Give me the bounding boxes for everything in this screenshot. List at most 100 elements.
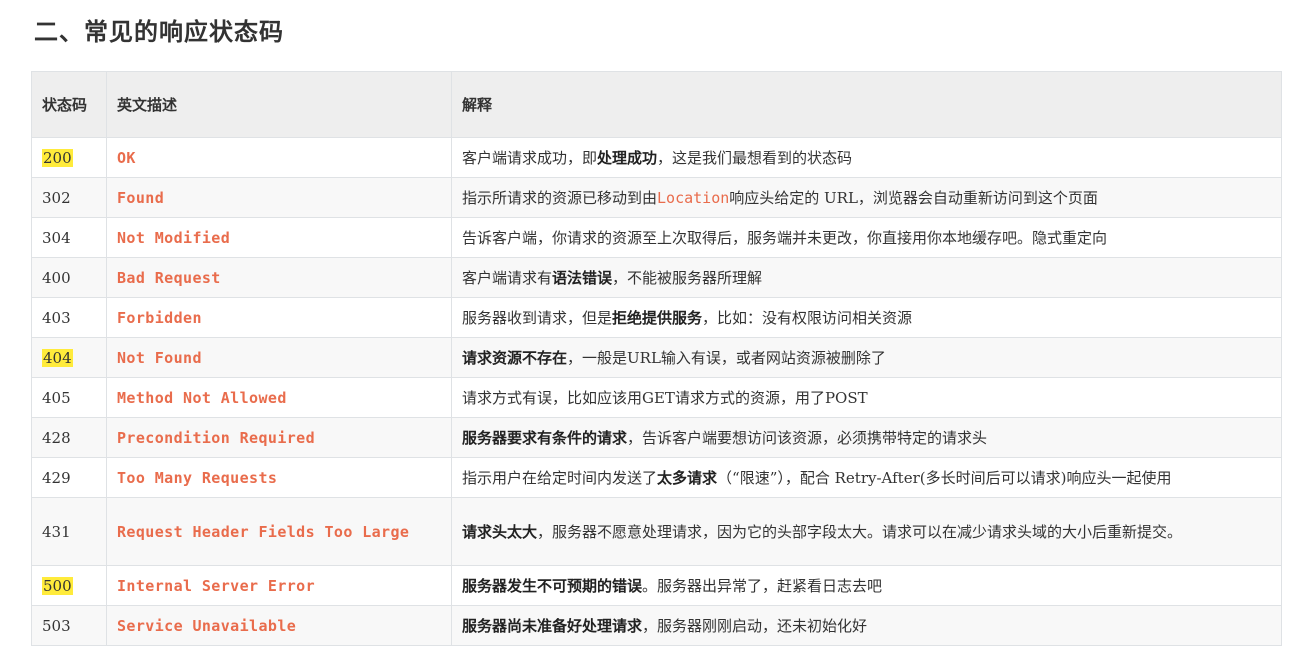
table-row: 500 Internal Server Error 服务器发生不可预期的错误。服务器…	[31, 565, 1282, 606]
explanation-text: 告诉客户端，你请求的资源至上次取得后，服务端并未更改，你直接用你本地缓存吧。隐式…	[462, 228, 1108, 247]
status-code-cell: 503	[31, 605, 107, 646]
explanation-cell: 服务器要求有条件的请求，告诉客户端要想访问该资源，必须携带特定的请求头	[451, 417, 1282, 458]
status-code-cell: 404	[31, 337, 107, 378]
english-description: Too Many Requests	[117, 468, 278, 487]
explanation-emphasis: 语法错误	[552, 268, 613, 287]
status-code: 403	[42, 308, 71, 327]
explanation-emphasis: 服务器发生不可预期的错误	[462, 576, 643, 595]
english-description-cell: Too Many Requests	[106, 457, 452, 498]
status-code-cell: 200	[31, 137, 107, 178]
header-explanation: 解释	[451, 71, 1282, 138]
explanation-emphasis: 服务器尚未准备好处理请求	[462, 616, 643, 635]
explanation-text: 客户端请求有	[462, 268, 553, 287]
table-row: 403 Forbidden 服务器收到请求，但是拒绝提供服务，比如：没有权限访问相关…	[31, 297, 1282, 338]
status-code-cell: 400	[31, 257, 107, 298]
status-code: 404	[42, 348, 73, 367]
status-code-cell: 500	[31, 565, 107, 606]
explanation-cell: 服务器收到请求，但是拒绝提供服务，比如：没有权限访问相关资源	[451, 297, 1282, 338]
table-row: 400 Bad Request 客户端请求有语法错误，不能被服务器所理解	[31, 257, 1282, 298]
english-description-cell: Bad Request	[106, 257, 452, 298]
english-description-cell: Not Found	[106, 337, 452, 378]
explanation-cell: 服务器发生不可预期的错误。服务器出异常了，赶紧看日志去吧	[451, 565, 1282, 606]
explanation-text: 指示所请求的资源已移动到由	[462, 188, 658, 207]
status-code-cell: 428	[31, 417, 107, 458]
status-code: 200	[42, 148, 73, 167]
status-code: 405	[42, 388, 71, 407]
status-code-cell: 405	[31, 377, 107, 418]
status-code: 304	[42, 228, 71, 247]
explanation-cell: 指示所请求的资源已移动到由Location响应头给定的 URL，浏览器会自动重新…	[451, 177, 1282, 218]
english-description: Internal Server Error	[117, 576, 316, 595]
header-status-code: 状态码	[31, 71, 107, 138]
english-description-cell: Found	[106, 177, 452, 218]
explanation-text: 指示用户在给定时间内发送了	[462, 468, 658, 487]
explanation-text: ，比如：没有权限访问相关资源	[702, 308, 913, 327]
english-description-cell: Method Not Allowed	[106, 377, 452, 418]
table-header-row: 状态码 英文描述 解释	[31, 71, 1282, 138]
explanation-text: ，告诉客户端要想访问该资源，必须携带特定的请求头	[627, 428, 988, 447]
english-description: Service Unavailable	[117, 616, 297, 635]
english-description-cell: Precondition Required	[106, 417, 452, 458]
status-code: 429	[42, 468, 71, 487]
status-code: 302	[42, 188, 71, 207]
status-code: 500	[42, 576, 73, 595]
english-description-cell: Service Unavailable	[106, 605, 452, 646]
english-description-cell: Internal Server Error	[106, 565, 452, 606]
explanation-cell: 请求头太大，服务器不愿意处理请求，因为它的头部字段太大。请求可以在减少请求头域的…	[451, 497, 1282, 566]
english-description-cell: Forbidden	[106, 297, 452, 338]
status-code-table: 状态码 英文描述 解释 200 OK 客户端请求成功，即处理成功，这是我们最想看到的…	[31, 71, 1282, 646]
english-description: Found	[117, 188, 165, 207]
english-description-cell: OK	[106, 137, 452, 178]
explanation-text: （“限速”），配合 Retry-After(多长时间后可以请求)响应头一起使用	[717, 468, 1172, 487]
header-english-description: 英文描述	[106, 71, 452, 138]
explanation-cell: 客户端请求成功，即处理成功，这是我们最想看到的状态码	[451, 137, 1282, 178]
table-row: 429 Too Many Requests 指示用户在给定时间内发送了太多请求（“限…	[31, 457, 1282, 498]
english-description-cell: Request Header Fields Too Large	[106, 497, 452, 566]
explanation-cell: 服务器尚未准备好处理请求，服务器刚刚启动，还未初始化好	[451, 605, 1282, 646]
english-description: OK	[117, 148, 136, 167]
table-row: 428 Precondition Required 服务器要求有条件的请求，告诉客户…	[31, 417, 1282, 458]
page-title: 二、常见的响应状态码	[34, 17, 284, 46]
status-code: 428	[42, 428, 71, 447]
explanation-cell: 请求资源不存在，一般是URL输入有误，或者网站资源被删除了	[451, 337, 1282, 378]
status-code-cell: 429	[31, 457, 107, 498]
english-description: Bad Request	[117, 268, 221, 287]
explanation-code: Location	[657, 188, 730, 207]
table-row: 404 Not Found 请求资源不存在，一般是URL输入有误，或者网站资源被删除…	[31, 337, 1282, 378]
english-description-cell: Not Modified	[106, 217, 452, 258]
status-code-cell: 431	[31, 497, 107, 566]
explanation-text: 响应头给定的 URL，浏览器会自动重新访问到这个页面	[729, 188, 1098, 207]
explanation-text: ，这是我们最想看到的状态码	[657, 148, 853, 167]
english-description: Precondition Required	[117, 428, 316, 447]
explanation-cell: 客户端请求有语法错误，不能被服务器所理解	[451, 257, 1282, 298]
table-row: 503 Service Unavailable 服务器尚未准备好处理请求，服务器刚刚…	[31, 605, 1282, 646]
explanation-emphasis: 太多请求	[657, 468, 718, 487]
explanation-text: 。服务器出异常了，赶紧看日志去吧	[642, 576, 883, 595]
explanation-text: 请求方式有误，比如应该用GET请求方式的资源，用了POST	[462, 388, 868, 407]
status-code: 400	[42, 268, 71, 287]
english-description: Forbidden	[117, 308, 202, 327]
explanation-cell: 指示用户在给定时间内发送了太多请求（“限速”），配合 Retry-After(多…	[451, 457, 1282, 498]
explanation-cell: 告诉客户端，你请求的资源至上次取得后，服务端并未更改，你直接用你本地缓存吧。隐式…	[451, 217, 1282, 258]
english-description: Not Modified	[117, 228, 231, 247]
status-code-cell: 302	[31, 177, 107, 218]
explanation-text: ，服务器刚刚启动，还未初始化好	[642, 616, 868, 635]
table-row: 431 Request Header Fields Too Large 请求头太大，…	[31, 497, 1282, 566]
explanation-cell: 请求方式有误，比如应该用GET请求方式的资源，用了POST	[451, 377, 1282, 418]
status-code-cell: 304	[31, 217, 107, 258]
table-row: 200 OK 客户端请求成功，即处理成功，这是我们最想看到的状态码	[31, 137, 1282, 178]
explanation-emphasis: 请求资源不存在	[462, 348, 568, 367]
explanation-emphasis: 服务器要求有条件的请求	[462, 428, 628, 447]
explanation-emphasis: 请求头太大	[462, 522, 538, 541]
status-code: 503	[42, 616, 71, 635]
explanation-text: 客户端请求成功，即	[462, 148, 598, 167]
explanation-emphasis: 拒绝提供服务	[612, 308, 703, 327]
english-description: Request Header Fields Too Large	[117, 522, 410, 541]
explanation-text: 服务器收到请求，但是	[462, 308, 613, 327]
explanation-emphasis: 处理成功	[597, 148, 658, 167]
explanation-text: ，一般是URL输入有误，或者网站资源被删除了	[567, 348, 886, 367]
status-code-cell: 403	[31, 297, 107, 338]
english-description: Method Not Allowed	[117, 388, 287, 407]
table-row: 405 Method Not Allowed 请求方式有误，比如应该用GET请求方式…	[31, 377, 1282, 418]
explanation-text: ，服务器不愿意处理请求，因为它的头部字段太大。请求可以在减少请求头域的大小后重新…	[537, 522, 1183, 541]
